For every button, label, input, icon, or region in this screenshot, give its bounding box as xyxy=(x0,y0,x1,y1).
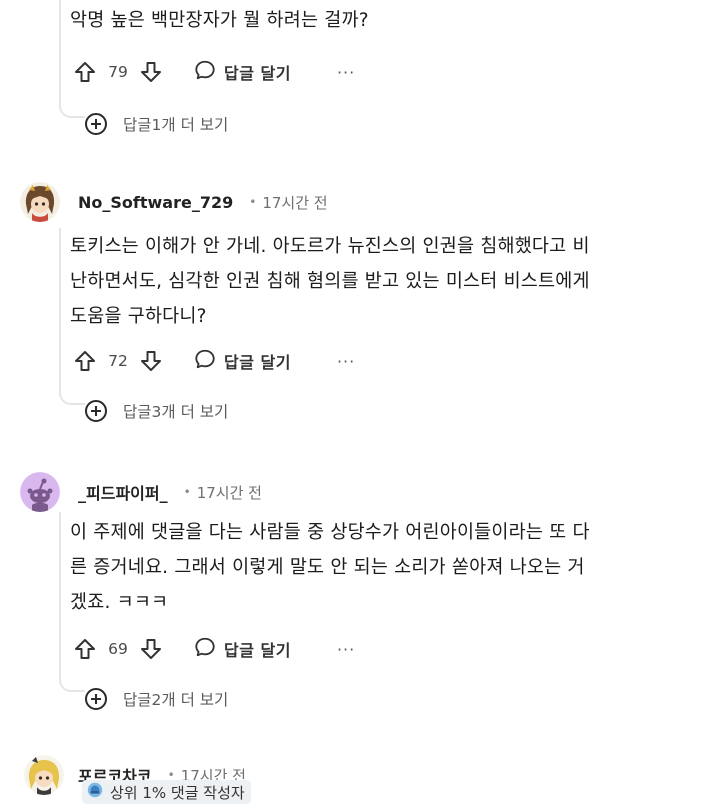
comment-line: 악명 높은 백만장자가 뭘 하려는 걸까? xyxy=(70,10,369,31)
meta-separator: • xyxy=(183,485,191,499)
reply-label: 답글 달기 xyxy=(224,641,291,660)
comment-header: No_Software_729 • 17시간 전 xyxy=(20,182,328,222)
comment-line: 이 주제에 댓글을 다는 사람들 중 상당수가 어린아이들이라는 또 다 xyxy=(70,522,590,543)
reply-label: 답글 달기 xyxy=(224,64,291,83)
thread-elbow xyxy=(59,100,85,118)
more-replies-link[interactable]: 답글2개 더 보기 xyxy=(85,686,228,712)
top-commenter-icon xyxy=(86,781,104,803)
reply-button[interactable]: 답글 달기 xyxy=(194,348,291,374)
flair-label: 상위 1% 댓글 작성자 xyxy=(110,783,245,802)
more-options-button[interactable]: ··· xyxy=(337,640,355,659)
downvote-icon[interactable] xyxy=(138,59,164,85)
comment-line: 른 증거네요. 그래서 이렇게 말도 안 되는 소리가 쏟아져 나오는 거 xyxy=(70,557,585,578)
comment-line: 도움을 구하다니? xyxy=(70,306,207,327)
vote-count: 69 xyxy=(108,640,128,658)
more-options-button[interactable]: ··· xyxy=(337,352,355,371)
comment-header: _피드파이퍼_ • 17시간 전 xyxy=(20,472,262,512)
blonde-girl-avatar[interactable] xyxy=(24,755,64,795)
more-replies-link[interactable]: 답글1개 더 보기 xyxy=(85,111,228,137)
vote-count: 72 xyxy=(108,352,128,370)
reply-button[interactable]: 답글 달기 xyxy=(194,59,291,85)
upvote-icon[interactable] xyxy=(72,59,98,85)
comment-actions: 79 답글 달기 ··· xyxy=(72,54,355,90)
plus-circle-icon xyxy=(85,400,107,422)
thread-line xyxy=(59,0,61,108)
plus-circle-icon xyxy=(85,113,107,135)
downvote-icon[interactable] xyxy=(138,348,164,374)
speech-bubble-icon xyxy=(194,348,216,374)
comment-actions: 69 답글 달기 ··· xyxy=(72,631,355,667)
username[interactable]: _피드파이퍼_ xyxy=(78,480,168,504)
more-replies-label: 답글1개 더 보기 xyxy=(123,116,229,134)
speech-bubble-icon xyxy=(194,636,216,662)
anime-girl-avatar[interactable] xyxy=(20,182,60,222)
timestamp: 17시간 전 xyxy=(262,193,328,212)
comment-line: 토키스는 이해가 안 가네. 아도르가 뉴진스의 인권을 침해했다고 비 xyxy=(70,236,590,257)
upvote-icon[interactable] xyxy=(72,636,98,662)
thread-elbow xyxy=(59,674,85,692)
thread-line xyxy=(59,228,61,396)
comment-body: 토키스는 이해가 안 가네. 아도르가 뉴진스의 인권을 침해했다고 비 난하면… xyxy=(70,229,590,334)
more-options-button[interactable]: ··· xyxy=(337,63,355,82)
reply-label: 답글 달기 xyxy=(224,353,291,372)
thread-elbow xyxy=(59,387,85,405)
meta-separator: • xyxy=(249,195,257,209)
more-replies-label: 답글3개 더 보기 xyxy=(123,403,229,421)
more-replies-link[interactable]: 답글3개 더 보기 xyxy=(85,398,228,424)
vote-count: 79 xyxy=(108,63,128,81)
timestamp: 17시간 전 xyxy=(196,483,262,502)
speech-bubble-icon xyxy=(194,59,216,85)
comment-line: 겠죠. ㅋㅋㅋ xyxy=(70,592,169,613)
more-replies-label: 답글2개 더 보기 xyxy=(123,691,229,709)
upvote-icon[interactable] xyxy=(72,348,98,374)
default-snoo-avatar[interactable] xyxy=(20,472,60,512)
downvote-icon[interactable] xyxy=(138,636,164,662)
comment-actions: 72 답글 달기 ··· xyxy=(72,343,355,379)
thread-line xyxy=(59,512,61,682)
comment-body: 이 주제에 댓글을 다는 사람들 중 상당수가 어린아이들이라는 또 다 른 증… xyxy=(70,515,590,620)
reply-button[interactable]: 답글 달기 xyxy=(194,636,291,662)
username[interactable]: No_Software_729 xyxy=(78,193,233,212)
plus-circle-icon xyxy=(85,688,107,710)
user-flair: 상위 1% 댓글 작성자 xyxy=(82,780,251,804)
comment-line: 난하면서도, 심각한 인권 침해 혐의를 받고 있는 미스터 비스트에게 xyxy=(70,271,590,292)
comment-body: 악명 높은 백만장자가 뭘 하려는 걸까? xyxy=(70,3,369,38)
